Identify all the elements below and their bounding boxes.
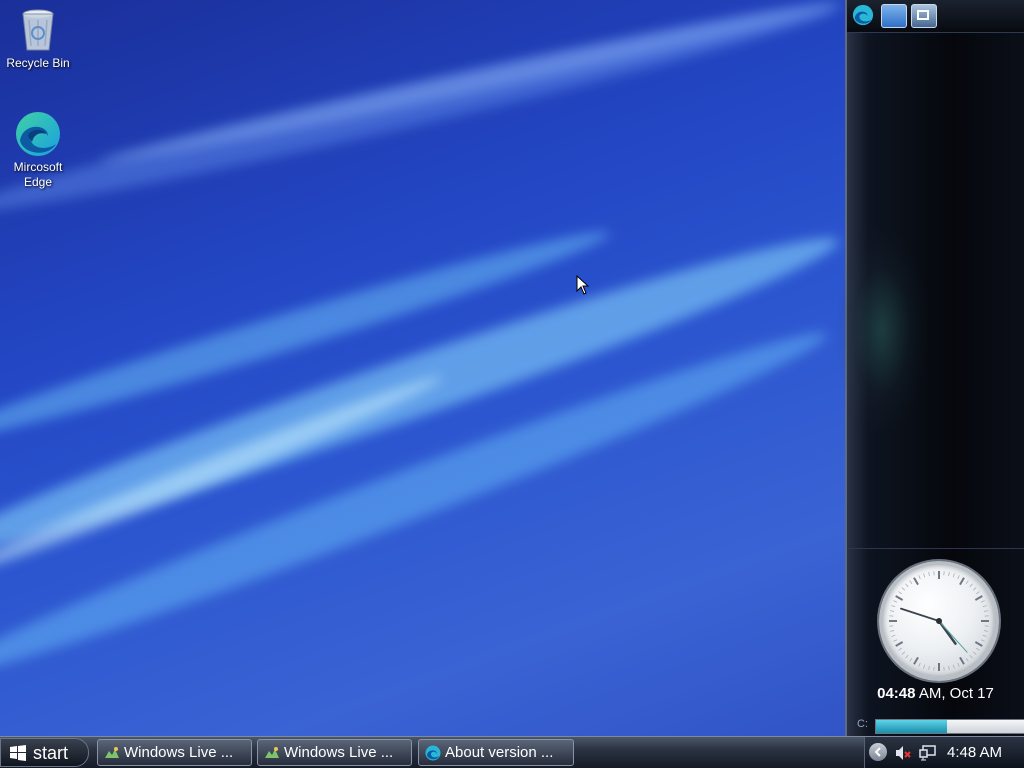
clock-tick (913, 577, 919, 586)
drive-label: C: (857, 718, 868, 730)
sidebar: 04:48 AM, Oct 17 C: (837, 0, 1024, 737)
edge-icon (14, 110, 62, 158)
clock-tick (895, 595, 904, 601)
clock-tick (890, 610, 895, 612)
clock-tick (969, 654, 973, 659)
recycle-bin-shortcut[interactable]: Recycle Bin (0, 6, 78, 71)
clock-date-label: 04:48 AM, Oct 17 (847, 685, 1024, 702)
drive-meter[interactable]: C: (855, 717, 1024, 734)
clock-tick (928, 665, 930, 670)
drive-usage-fill (876, 720, 948, 733)
clock-tick (890, 630, 895, 632)
system-tray: 4:48 AM (864, 737, 1024, 768)
taskbar-button-label: Windows Live ... (284, 744, 394, 761)
clock-tick (957, 662, 960, 667)
clock-tick (974, 595, 983, 601)
clock-tick (982, 605, 987, 608)
recycle-bin-label: Recycle Bin (6, 56, 70, 70)
clock-tick (891, 605, 896, 608)
clock-tick (952, 573, 955, 578)
clock-tick (898, 647, 903, 651)
desktop[interactable]: Recycle Bin Mircosoft Edge (0, 0, 845, 736)
volume-muted-icon[interactable] (895, 745, 913, 761)
start-label: start (33, 743, 69, 763)
clock-tick (959, 656, 965, 665)
clock-tick (909, 580, 913, 585)
clock-tick (928, 572, 930, 577)
clock-tick (948, 572, 950, 577)
clock-tick (975, 647, 980, 651)
clock-tick (980, 639, 985, 642)
clock-gadget[interactable]: 04:48 AM, Oct 17 C: (847, 548, 1024, 737)
edge-icon[interactable] (851, 4, 875, 26)
clock-tick (893, 639, 898, 642)
taskbar-button-label: Windows Live ... (124, 744, 234, 761)
clock-tick (982, 634, 987, 637)
clock-tick (898, 591, 903, 595)
recycle-bin-icon (14, 6, 62, 54)
clock-tick (972, 651, 977, 655)
clock-tick (905, 654, 909, 659)
clock-tick (923, 573, 926, 578)
clock-tick (974, 641, 983, 647)
clock-tick (965, 580, 969, 585)
clock-tick (972, 587, 977, 591)
clock-tick (959, 577, 965, 586)
clock-time-rest: AM, Oct 17 (915, 685, 994, 702)
taskbar-button-windows-live-2[interactable]: Windows Live ... (257, 739, 412, 766)
clock-tick (965, 657, 969, 662)
clock-tick (909, 657, 913, 662)
clock-tick (969, 583, 973, 588)
clock-second-hand (938, 620, 968, 653)
taskbar-button-label: About version ... (445, 744, 554, 761)
clock-time-bold: 04:48 (877, 685, 916, 702)
taskbar-button-windows-live-1[interactable]: Windows Live ... (97, 739, 252, 766)
clock-tick (980, 600, 985, 603)
edge-icon (425, 745, 441, 761)
clock-tick (948, 665, 950, 670)
clock-tick (975, 591, 980, 595)
clock-minute-hand (900, 607, 940, 622)
clock-tick (893, 600, 898, 603)
taskbar-button-about-version[interactable]: About version ... (418, 739, 574, 766)
show-hidden-icon[interactable] (869, 743, 887, 761)
clock-tick (983, 630, 988, 632)
desktop-icon[interactable] (881, 4, 907, 28)
clock-tick (923, 664, 926, 669)
clock-tick (905, 583, 909, 588)
clock-tick (918, 662, 921, 667)
clock-tick (901, 587, 906, 591)
edge-label: Mircosoft Edge (13, 160, 63, 189)
clock-tick (952, 664, 955, 669)
clock-tick (901, 651, 906, 655)
mouse-cursor-icon (576, 274, 590, 300)
edge-shortcut[interactable]: Mircosoft Edge (0, 110, 78, 190)
clock-tick (957, 575, 960, 580)
window-switch-icon[interactable] (911, 4, 937, 28)
clock-tick (918, 575, 921, 580)
clock-face (879, 561, 999, 681)
clock-tick (983, 610, 988, 612)
network-icon[interactable] (919, 745, 937, 761)
windows-live-icon (264, 745, 280, 761)
drive-usage-bar (875, 719, 1024, 734)
sidebar-glow (837, 230, 927, 430)
clock-tick (895, 641, 904, 647)
clock-tick (913, 656, 919, 665)
start-button[interactable]: start (0, 738, 89, 767)
sidebar-toolbar (847, 0, 1024, 33)
windows-logo-icon (9, 745, 27, 761)
windows-live-icon (104, 745, 120, 761)
taskbar: start Windows Live ... Windows Live ... … (0, 736, 1024, 768)
tray-clock[interactable]: 4:48 AM (947, 744, 1002, 761)
clock-tick (891, 634, 896, 637)
